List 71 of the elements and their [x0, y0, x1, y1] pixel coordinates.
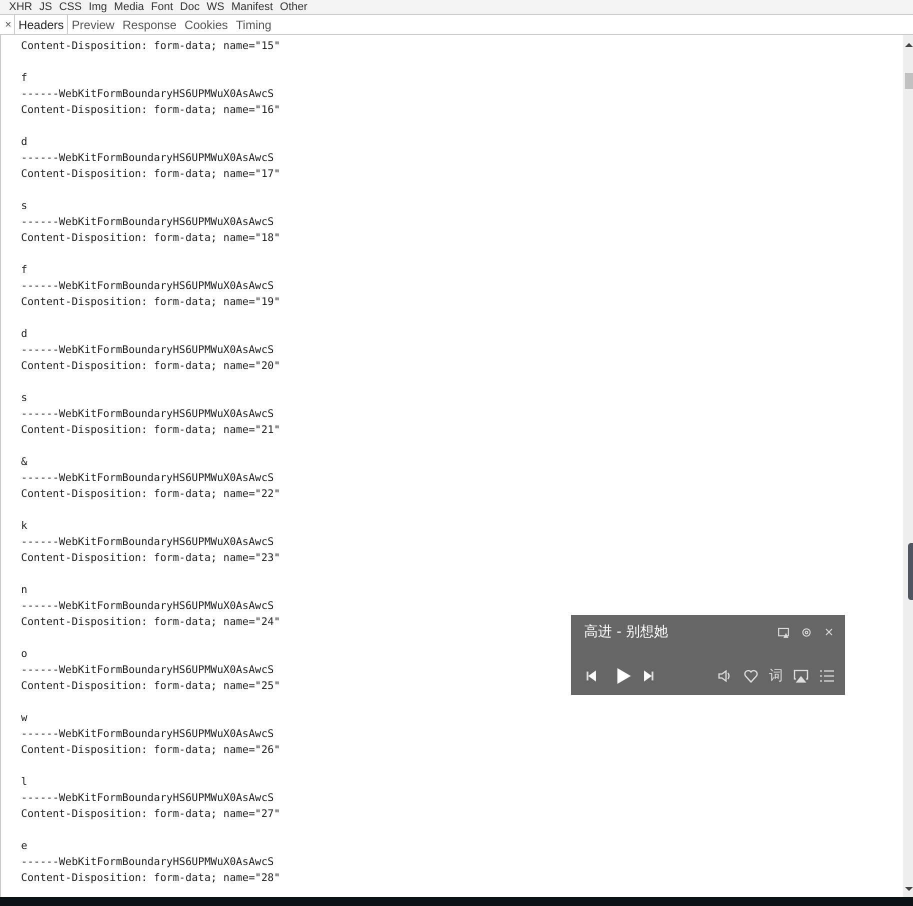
filter-label[interactable]: Font	[151, 0, 174, 14]
song-title: 高进 - 别想她	[584, 623, 669, 641]
code-line: f	[21, 263, 28, 278]
playlist-icon[interactable]	[819, 668, 835, 684]
code-line: Content-Disposition: form-data; name="20"	[21, 359, 280, 374]
code-line: Content-Disposition: form-data; name="26"	[21, 743, 280, 758]
code-line: Content-Disposition: form-data; name="27"	[21, 807, 280, 822]
code-line: Content-Disposition: form-data; name="15"	[21, 39, 280, 54]
tab[interactable]: Response	[118, 15, 181, 34]
code-line: e	[21, 839, 28, 854]
code-line: o	[21, 647, 28, 662]
code-line: ------WebKitFormBoundaryHS6UPMWuX0AsAwcS	[21, 599, 274, 614]
mini-mode-icon[interactable]	[777, 626, 790, 638]
code-line: Content-Disposition: form-data; name="21"	[21, 423, 280, 438]
screen-cast-icon[interactable]	[793, 668, 809, 684]
filter-label[interactable]: CSS	[59, 0, 82, 14]
code-line: w	[21, 711, 28, 726]
filter-label[interactable]: XHR	[9, 0, 32, 14]
filter-label[interactable]: Doc	[180, 0, 200, 14]
scrollbar[interactable]	[903, 35, 913, 897]
tab[interactable]: Cookies	[180, 15, 232, 34]
side-handle[interactable]	[908, 543, 913, 600]
code-line: ------WebKitFormBoundaryHS6UPMWuX0AsAwcS	[21, 727, 274, 742]
scroll-down-icon[interactable]	[905, 887, 913, 891]
code-line: ------WebKitFormBoundaryHS6UPMWuX0AsAwcS	[21, 87, 274, 102]
close-button[interactable]: ×	[0, 15, 14, 34]
filter-label[interactable]: JS	[39, 0, 52, 14]
tab[interactable]: Headers	[14, 15, 68, 34]
code-line: ------WebKitFormBoundaryHS6UPMWuX0AsAwcS	[21, 407, 274, 422]
code-line: ------WebKitFormBoundaryHS6UPMWuX0AsAwcS	[21, 279, 274, 294]
code-line: Content-Disposition: form-data; name="17"	[21, 167, 280, 182]
code-line: Content-Disposition: form-data; name="19"	[21, 295, 280, 310]
code-line: d	[21, 327, 28, 342]
code-line: Content-Disposition: form-data; name="28"	[21, 871, 280, 886]
scroll-thumb[interactable]	[905, 73, 913, 89]
lyrics-button[interactable]: 词	[769, 667, 783, 685]
code-line: f	[21, 71, 28, 86]
filter-label[interactable]: WS	[206, 0, 224, 14]
filter-label[interactable]: Manifest	[231, 0, 273, 14]
heart-icon[interactable]	[743, 668, 759, 684]
code-line: Content-Disposition: form-data; name="22"	[21, 487, 280, 502]
settings-icon[interactable]	[800, 626, 813, 638]
previous-icon[interactable]	[584, 669, 598, 683]
code-line: Content-Disposition: form-data; name="16"	[21, 103, 280, 118]
code-line: k	[21, 519, 28, 534]
code-line: Content-Disposition: form-data; name="18"	[21, 231, 280, 246]
code-line: s	[21, 391, 28, 406]
code-line: ------WebKitFormBoundaryHS6UPMWuX0AsAwcS	[21, 343, 274, 358]
code-line: ------WebKitFormBoundaryHS6UPMWuX0AsAwcS	[21, 151, 274, 166]
code-line: ------WebKitFormBoundaryHS6UPMWuX0AsAwcS	[21, 791, 274, 806]
scroll-up-icon[interactable]	[905, 43, 913, 47]
code-line: d	[21, 135, 28, 150]
filter-label[interactable]: Img	[88, 0, 108, 14]
code-line: &	[21, 455, 28, 470]
code-line: s	[21, 199, 28, 214]
code-line: ------WebKitFormBoundaryHS6UPMWuX0AsAwcS	[21, 535, 274, 550]
next-icon[interactable]	[642, 669, 656, 683]
close-icon[interactable]	[823, 626, 835, 638]
code-line: n	[21, 583, 28, 598]
code-line: Content-Disposition: form-data; name="24"	[21, 615, 280, 630]
filter-label[interactable]: Media	[114, 0, 144, 14]
code-line: ------WebKitFormBoundaryHS6UPMWuX0AsAwcS	[21, 855, 274, 870]
tab[interactable]: Preview	[68, 15, 118, 34]
tab[interactable]: Timing	[232, 15, 276, 34]
code-line: Content-Disposition: form-data; name="25"	[21, 679, 280, 694]
code-line: ------WebKitFormBoundaryHS6UPMWuX0AsAwcS	[21, 471, 274, 486]
code-line: Content-Disposition: form-data; name="23"	[21, 551, 280, 566]
code-line: ------WebKitFormBoundaryHS6UPMWuX0AsAwcS	[21, 215, 274, 230]
code-line: l	[21, 775, 28, 790]
code-line: ------WebKitFormBoundaryHS6UPMWuX0AsAwcS	[21, 663, 274, 678]
filter-label[interactable]: Other	[280, 0, 308, 14]
